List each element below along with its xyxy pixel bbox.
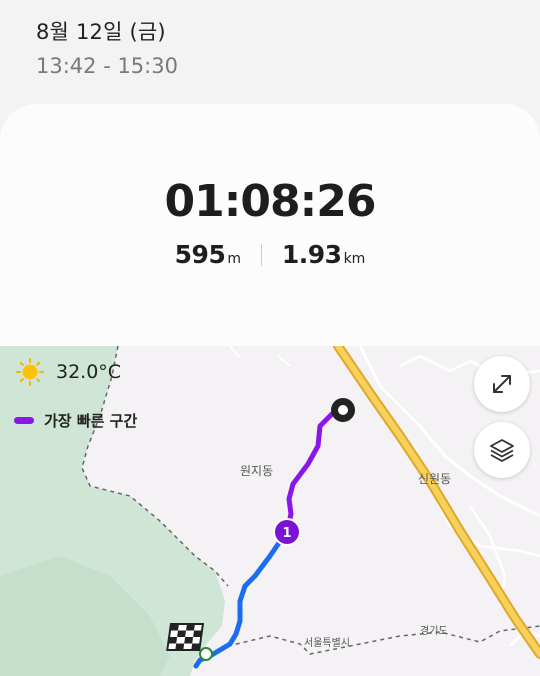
fastest-segment-legend: 가장 빠른 구간 (14, 410, 137, 431)
duration-value: 01:08:26 (164, 176, 377, 227)
map-canvas[interactable]: 1 (0, 346, 540, 676)
temperature-label: 32.0°C (56, 361, 122, 383)
map-layers-button[interactable] (474, 422, 530, 478)
minor-road (229, 346, 241, 359)
weather-info: 32.0°C (16, 358, 121, 386)
map-label-seoul: 서울특별시 (304, 638, 350, 649)
city-boundary (227, 625, 540, 655)
workout-date: 8월 12일 (금) (36, 20, 166, 44)
map-label-sinwon: 신원동 (418, 472, 452, 486)
start-marker (331, 398, 355, 422)
legend-swatch (14, 417, 34, 424)
elevation-value: 595 (174, 240, 226, 269)
legend-label: 가장 빠른 구간 (44, 412, 138, 430)
stats-row: 595 m 1.93 km (0, 240, 540, 269)
expand-icon (493, 375, 511, 393)
segment-marker-label: 1 (282, 526, 291, 541)
workout-time-range: 13:42 - 15:30 (36, 54, 178, 78)
map-label-wonji: 원지동 (240, 464, 274, 478)
distance-unit: km (343, 251, 366, 267)
stats-divider (260, 244, 262, 266)
layers-icon (490, 439, 514, 462)
fastest-segment-line (284, 407, 346, 534)
elevation-unit: m (227, 251, 241, 267)
segment-marker: 1 (273, 518, 301, 546)
sun-icon (16, 358, 44, 386)
distance-value: 1.93 (281, 240, 342, 269)
map-label-gyeonggi: 경기도 (420, 626, 448, 637)
date-header: 8월 12일 (금) 13:42 - 15:30 (36, 16, 178, 78)
summary-card: 01:08:26 595 m 1.93 km (0, 104, 540, 364)
expand-map-button[interactable] (474, 356, 530, 412)
minor-road (428, 485, 540, 558)
minor-road (277, 355, 291, 367)
route-map[interactable]: 1 32.0°C 가장 빠른 구간 원지동 신원동 서울특별시 경기도 (0, 346, 540, 676)
